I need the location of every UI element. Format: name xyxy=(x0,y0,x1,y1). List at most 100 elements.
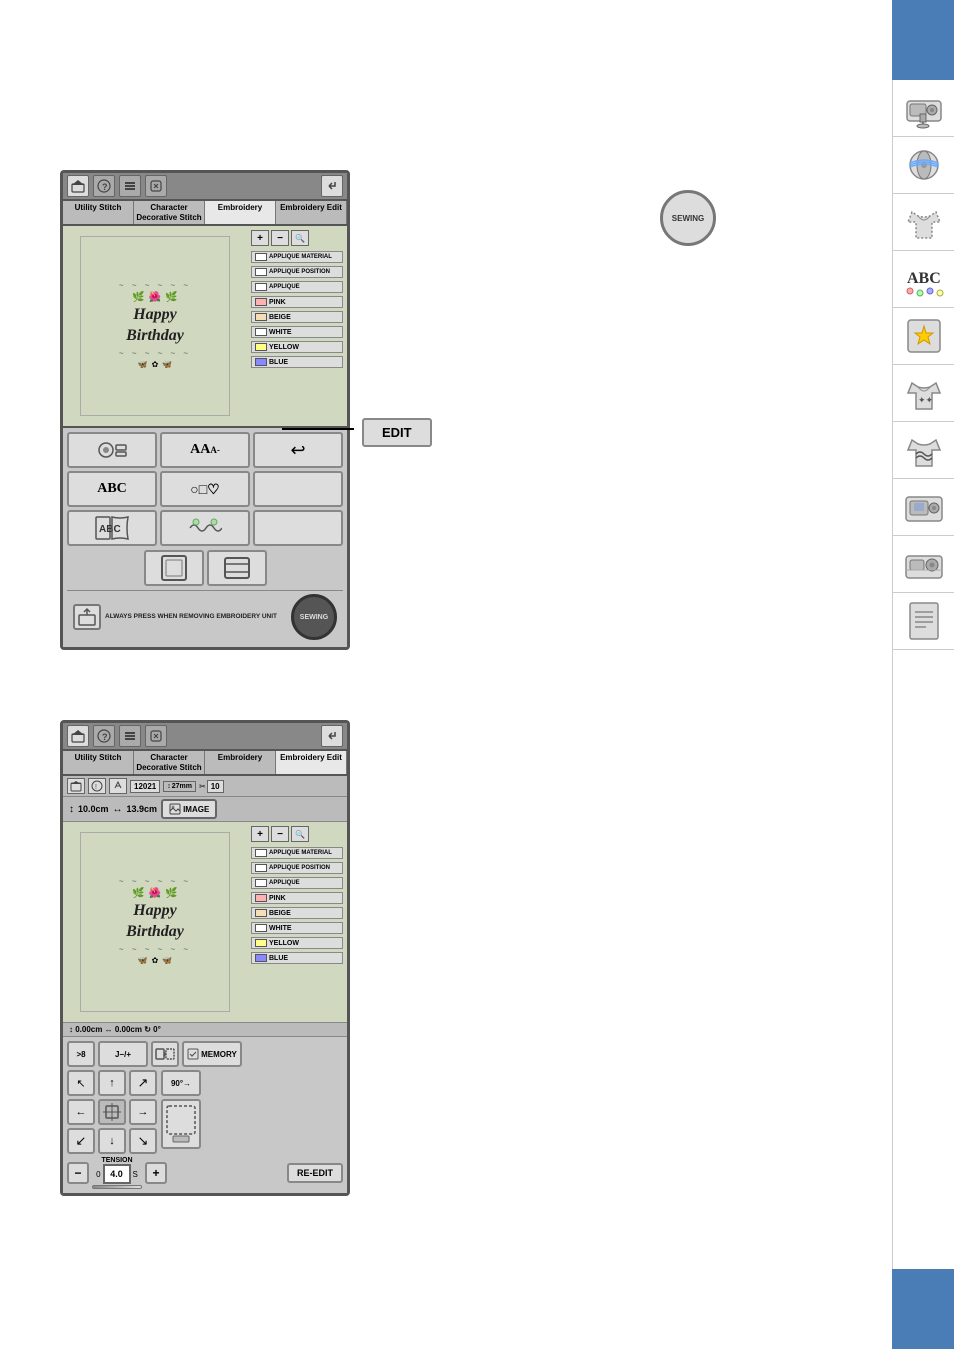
down-arrow: ↕ xyxy=(167,783,171,790)
arrow-ne[interactable]: ↗ xyxy=(129,1070,157,1096)
btn-flip[interactable] xyxy=(151,1041,179,1067)
plus-color-btn[interactable]: + xyxy=(251,230,269,246)
cat-btn-text-size[interactable]: AAA- xyxy=(160,432,250,468)
color-item-applique-material-2[interactable]: APPLIQUE MATERIAL xyxy=(251,847,343,859)
cat-btn-settings[interactable] xyxy=(67,432,157,468)
return-button[interactable] xyxy=(321,175,343,197)
color-item-applique-position-2[interactable]: APPLIQUE POSITION xyxy=(251,862,343,874)
btn-select-area[interactable] xyxy=(161,1099,201,1149)
pos-updown: ↕ xyxy=(69,1025,73,1034)
cat-btn-shapes[interactable]: ○□♡ xyxy=(160,471,250,507)
tension-plus-btn[interactable]: + xyxy=(145,1162,167,1184)
cat-btn-frame-card1[interactable] xyxy=(144,550,204,586)
color-item-pink[interactable]: PINK xyxy=(251,296,343,308)
pos-leftright: ↔ xyxy=(105,1025,113,1034)
cat-btn-frame-text[interactable]: ABC xyxy=(67,510,157,546)
nav-extra-icon-2[interactable] xyxy=(145,725,167,747)
sidebar-item-shirt-fancy[interactable]: ✦✦ xyxy=(893,365,954,422)
info-icon1[interactable] xyxy=(67,778,85,794)
cat-btn-abc[interactable]: ABC xyxy=(67,471,157,507)
btn-rotate-90[interactable]: 90°→ xyxy=(161,1070,201,1096)
view-color-btn[interactable]: 🔍 xyxy=(291,230,309,246)
return-button-2[interactable] xyxy=(321,725,343,747)
arrow-s[interactable]: ↓ xyxy=(98,1128,126,1154)
scissors-icon: ✂ xyxy=(199,782,206,791)
arrow-w[interactable]: ← xyxy=(67,1099,95,1125)
image-btn-label: IMAGE xyxy=(183,805,209,814)
cat-btn-return[interactable]: ↩ xyxy=(253,432,343,468)
tension-value-row: 0 4.0 S xyxy=(96,1164,138,1184)
color-item-applique-2[interactable]: APPLIQUE xyxy=(251,877,343,889)
sidebar-item-abc-embroidery[interactable]: ABC xyxy=(893,251,954,308)
tab-embroidery[interactable]: Embroidery xyxy=(205,201,276,224)
btn-jump[interactable]: >8 xyxy=(67,1041,95,1067)
minus-color-btn[interactable]: − xyxy=(271,230,289,246)
tab2-character-stitch[interactable]: Character Decorative Stitch xyxy=(134,751,205,774)
nav-extra-icon[interactable] xyxy=(145,175,167,197)
sidebar-item-star-frame[interactable] xyxy=(893,308,954,365)
color-item-yellow[interactable]: YELLOW xyxy=(251,341,343,353)
color-item-white[interactable]: WHITE xyxy=(251,326,343,338)
arrow-sw[interactable]: ↙ xyxy=(67,1128,95,1154)
sidebar-item-machine[interactable] xyxy=(893,80,954,137)
arrow-e[interactable]: → xyxy=(129,1099,157,1125)
color-item-yellow-2[interactable]: YELLOW xyxy=(251,937,343,949)
info-icon3[interactable] xyxy=(109,778,127,794)
color-item-beige[interactable]: BEIGE xyxy=(251,311,343,323)
nav-settings-icon[interactable] xyxy=(119,175,141,197)
extra-info: ✂ 10 xyxy=(199,780,224,793)
tension-slider[interactable] xyxy=(92,1185,142,1189)
sidebar-item-shirt-dotted[interactable] xyxy=(893,194,954,251)
arrow-center[interactable] xyxy=(98,1099,126,1125)
sidebar-item-machine2[interactable] xyxy=(893,479,954,536)
blue-corner-top xyxy=(892,0,954,80)
plus-color-btn-2[interactable]: + xyxy=(251,826,269,842)
sidebar-item-document[interactable] xyxy=(893,593,954,650)
arrow-n[interactable]: ↑ xyxy=(98,1070,126,1096)
nav-home-icon[interactable] xyxy=(67,175,89,197)
color-item-applique[interactable]: APPLIQUE xyxy=(251,281,343,293)
nav-help-icon-2[interactable]: ? xyxy=(93,725,115,747)
nav-help-icon[interactable]: ? xyxy=(93,175,115,197)
btn-memory[interactable]: MEMORY xyxy=(182,1041,242,1067)
edit-btn[interactable]: EDIT xyxy=(362,418,432,447)
tension-minus-btn[interactable]: − xyxy=(67,1162,89,1184)
sidebar-item-shirt-wave[interactable] xyxy=(893,422,954,479)
text-size-label: AA xyxy=(190,442,210,458)
sidebar-item-machine3[interactable] xyxy=(893,536,954,593)
info-icon2[interactable]: ! xyxy=(88,778,106,794)
nav-settings-icon-2[interactable] xyxy=(119,725,141,747)
tab2-utility-stitch[interactable]: Utility Stitch xyxy=(63,751,134,774)
minus-color-btn-2[interactable]: − xyxy=(271,826,289,842)
tab-embroidery-edit[interactable]: Embroidery Edit xyxy=(276,201,347,224)
tab-headers-1: Utility Stitch Character Decorative Stit… xyxy=(63,201,347,226)
color-item-blue-2[interactable]: BLUE xyxy=(251,952,343,964)
color-item-applique-material[interactable]: APPLIQUE MATERIAL xyxy=(251,251,343,263)
arrow-nw[interactable]: ↖ xyxy=(67,1070,95,1096)
leftright-icon: ↔ xyxy=(113,804,123,815)
color-item-white-2[interactable]: WHITE xyxy=(251,922,343,934)
image-button[interactable]: IMAGE xyxy=(161,799,217,819)
sewing-button-1[interactable]: SEWING xyxy=(291,594,337,640)
nav-home-icon-2[interactable] xyxy=(67,725,89,747)
tab2-embroidery-edit[interactable]: Embroidery Edit xyxy=(276,751,347,774)
cat-btn-decorative[interactable] xyxy=(160,510,250,546)
notice-text: ALWAYS PRESS WHEN REMOVING EMBROIDERY UN… xyxy=(105,613,277,621)
arrow-se[interactable]: ↘ xyxy=(129,1128,157,1154)
btn-speed[interactable]: J−/+ xyxy=(98,1041,148,1067)
re-edit-button[interactable]: RE-EDIT xyxy=(287,1163,343,1183)
text-size-small-label: A- xyxy=(210,445,220,455)
sidebar-item-bobbin[interactable] xyxy=(893,137,954,194)
color-item-pink-2[interactable]: PINK xyxy=(251,892,343,904)
tab-utility-stitch[interactable]: Utility Stitch xyxy=(63,201,134,224)
tab2-embroidery[interactable]: Embroidery xyxy=(205,751,276,774)
remove-unit-icon[interactable] xyxy=(73,604,101,630)
view-color-btn-2[interactable]: 🔍 xyxy=(291,826,309,842)
design-preview: ~ ~ ~ ~ ~ ~ 🌿🌺🌿 Happy Birthday ~ ~ ~ ~ ~… xyxy=(63,226,247,426)
cat-btn-frame-card2[interactable] xyxy=(207,550,267,586)
tab-character-stitch[interactable]: Character Decorative Stitch xyxy=(134,201,205,224)
color-item-applique-position[interactable]: APPLIQUE POSITION xyxy=(251,266,343,278)
color-item-blue[interactable]: BLUE xyxy=(251,356,343,368)
color-item-beige-2[interactable]: BEIGE xyxy=(251,907,343,919)
shapes-icons: ○□♡ xyxy=(190,481,219,498)
